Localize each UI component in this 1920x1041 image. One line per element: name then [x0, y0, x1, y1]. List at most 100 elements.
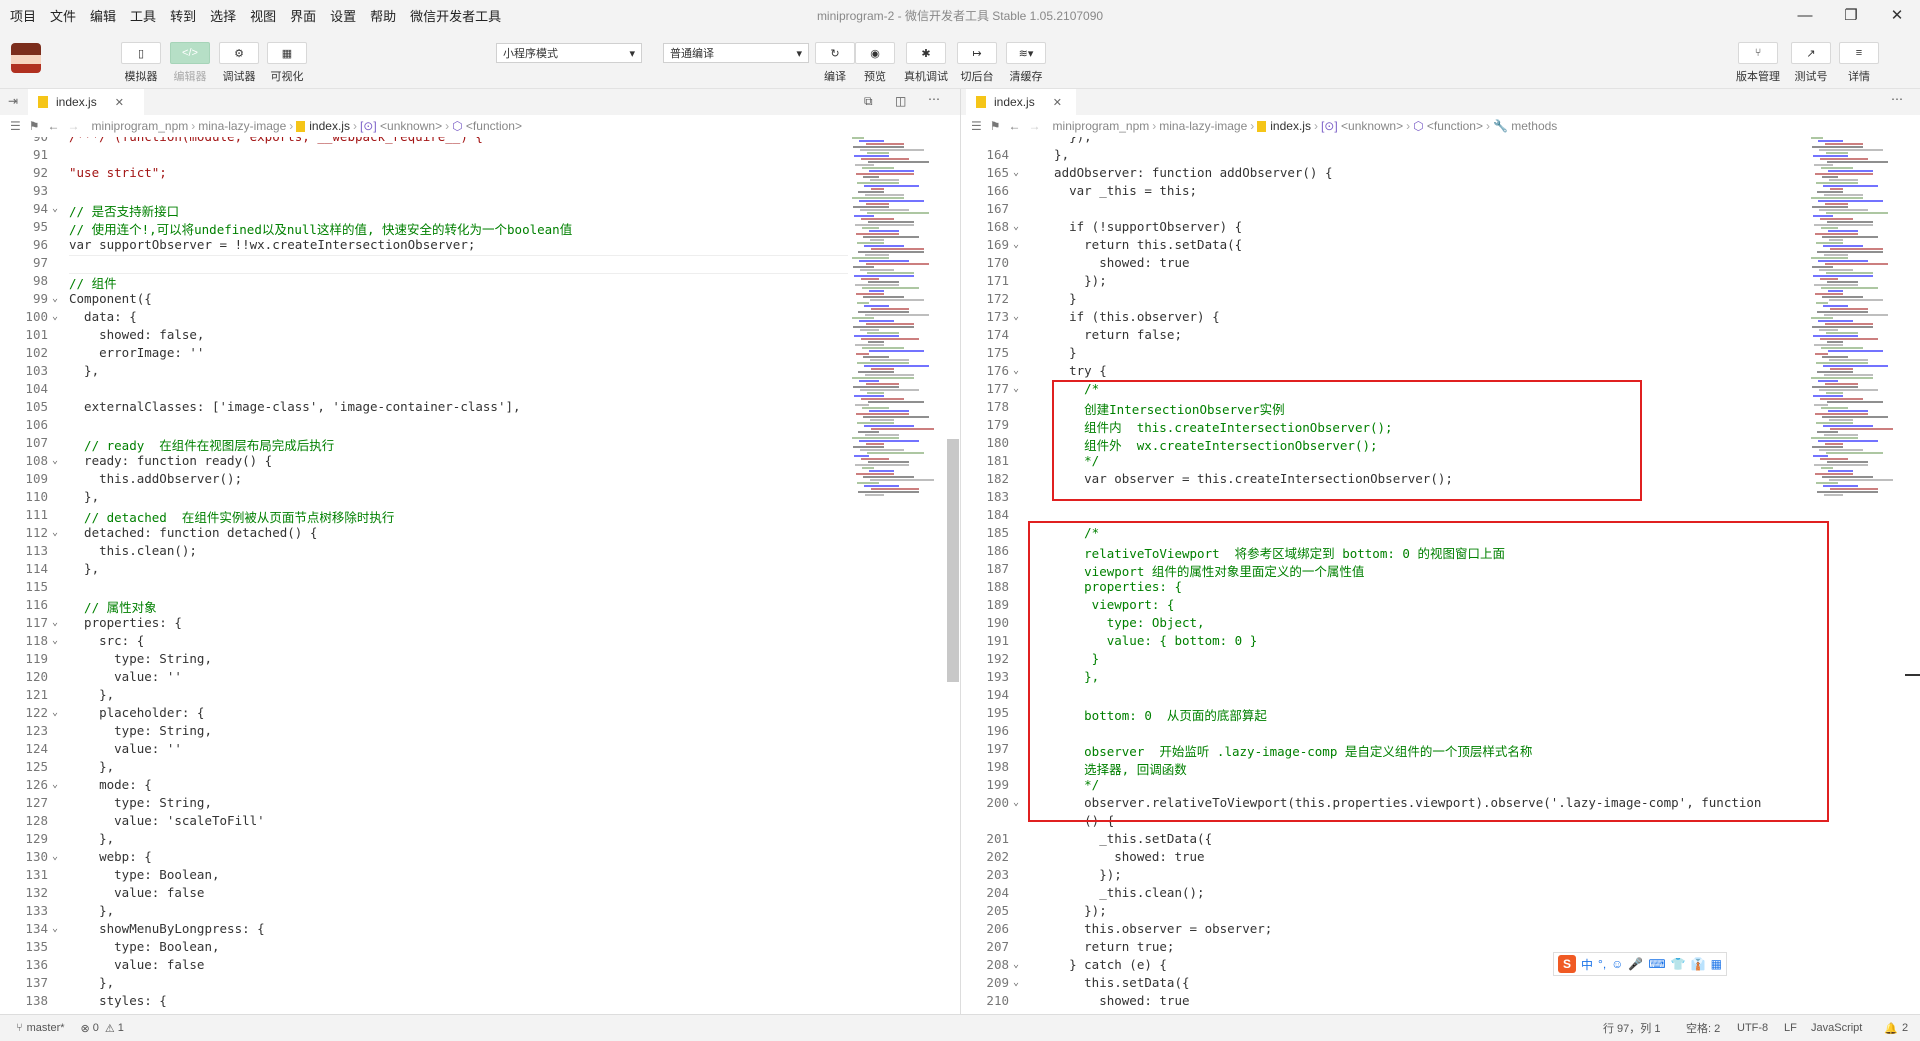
fold-chevron-icon[interactable]: ⌄ — [1013, 797, 1019, 808]
preview-button[interactable]: ◉ 预览 — [848, 42, 902, 84]
minimize-icon[interactable]: — — [1782, 0, 1828, 30]
fold-chevron-icon[interactable]: ⌄ — [52, 311, 58, 322]
mode-select[interactable]: 小程序模式 ▾ — [496, 43, 642, 63]
split-compare-icon[interactable]: ⧉ — [864, 94, 873, 109]
menu-item[interactable]: 界面 — [283, 6, 323, 25]
forward-icon[interactable]: → — [68, 119, 80, 133]
visual-button[interactable]: ▦ 可视化 — [260, 42, 314, 84]
git-branch[interactable]: master* — [27, 1022, 65, 1034]
debugger-button[interactable]: ⚙ 调试器 — [212, 42, 266, 84]
ime-punctuation-toggle[interactable]: °, — [1598, 957, 1606, 971]
bookmark-icon[interactable]: ⚑ — [29, 119, 40, 133]
shirt-icon[interactable]: 👔 — [1691, 957, 1706, 971]
test-account-button[interactable]: ↗ 测试号 — [1784, 42, 1838, 84]
breadcrumb-item[interactable]: index.js — [309, 119, 350, 133]
language-mode[interactable]: JavaScript — [1811, 1022, 1862, 1034]
fold-chevron-icon[interactable]: ⌄ — [52, 617, 58, 628]
breadcrumb-item[interactable]: mina-lazy-image — [1159, 119, 1247, 133]
fold-chevron-icon[interactable]: ⌄ — [1013, 365, 1019, 376]
menu-item[interactable]: 项目 — [3, 6, 43, 25]
warning-count[interactable]: 1 — [118, 1022, 124, 1034]
more-icon[interactable]: ⋯ — [928, 92, 940, 106]
avatar[interactable] — [11, 43, 41, 73]
sogou-icon[interactable]: S — [1558, 955, 1576, 973]
keyboard-icon[interactable]: ⌨ — [1648, 957, 1665, 971]
menu-item[interactable]: 工具 — [123, 6, 163, 25]
version-button[interactable]: ⑂ 版本管理 — [1731, 42, 1785, 84]
close-tab-icon[interactable]: ✕ — [1053, 96, 1062, 109]
menu-item[interactable]: 帮助 — [363, 6, 403, 25]
remote-debug-button[interactable]: ✱ 真机调试 — [899, 42, 953, 84]
fold-chevron-icon[interactable]: ⌄ — [1013, 221, 1019, 232]
breadcrumb-item[interactable]: <unknown> — [1341, 119, 1403, 133]
breadcrumb-item[interactable]: mina-lazy-image — [198, 119, 286, 133]
skin-icon[interactable]: 👕 — [1671, 957, 1686, 971]
line-ending[interactable]: LF — [1784, 1022, 1797, 1034]
breadcrumb-item[interactable]: methods — [1511, 119, 1557, 133]
editor-button[interactable]: </> 编辑器 — [163, 42, 217, 84]
more-icon[interactable]: ⋯ — [1891, 92, 1903, 106]
fold-chevron-icon[interactable]: ⌄ — [52, 707, 58, 718]
breadcrumb-item[interactable]: index.js — [1270, 119, 1311, 133]
back-icon[interactable]: ← — [1009, 119, 1021, 133]
ime-chinese-toggle[interactable]: 中 — [1581, 956, 1593, 973]
notification-count[interactable]: 2 — [1902, 1022, 1908, 1034]
fold-chevron-icon[interactable]: ⌄ — [52, 203, 58, 214]
menu-item[interactable]: 选择 — [203, 6, 243, 25]
compile-select[interactable]: 普通编译 ▾ — [663, 43, 809, 63]
left-minimap[interactable] — [848, 137, 934, 1014]
clear-cache-button[interactable]: ≋▾ 清缓存 — [999, 42, 1053, 84]
encoding[interactable]: UTF-8 — [1737, 1022, 1768, 1034]
maximize-icon[interactable]: ❐ — [1828, 0, 1874, 30]
left-code-area[interactable]: 90 /***/ (function(module, exports, __web… — [0, 137, 960, 1014]
fold-chevron-icon[interactable]: ⌄ — [1013, 167, 1019, 178]
line-number: 209 — [986, 975, 1009, 990]
split-editor-icon[interactable]: ◫ — [895, 94, 906, 108]
collapse-sidebar-icon[interactable]: ⇥ — [8, 94, 18, 108]
details-button[interactable]: ≡ 详情 — [1832, 42, 1886, 84]
fold-chevron-icon[interactable]: ⌄ — [1013, 959, 1019, 970]
microphone-icon[interactable]: 🎤 — [1628, 957, 1643, 971]
background-button[interactable]: ↦ 切后台 — [950, 42, 1004, 84]
breadcrumb-item[interactable]: <unknown> — [380, 119, 442, 133]
simulator-button[interactable]: ▯ 模拟器 — [114, 42, 168, 84]
indentation[interactable]: 空格: 2 — [1686, 1020, 1720, 1036]
fold-chevron-icon[interactable]: ⌄ — [52, 455, 58, 466]
list-icon[interactable]: ☰ — [10, 119, 21, 133]
left-scrollbar[interactable] — [947, 439, 959, 682]
menu-item[interactable]: 微信开发者工具 — [403, 6, 508, 25]
fold-chevron-icon[interactable]: ⌄ — [1013, 977, 1019, 988]
fold-chevron-icon[interactable]: ⌄ — [1013, 311, 1019, 322]
right-tab-index-js[interactable]: index.js ✕ — [966, 89, 1076, 115]
list-icon[interactable]: ☰ — [971, 119, 982, 133]
fold-chevron-icon[interactable]: ⌄ — [52, 851, 58, 862]
ime-toolbar[interactable]: S 中 °, ☺ 🎤 ⌨ 👕 👔 ▦ — [1553, 952, 1727, 976]
breadcrumb-item[interactable]: miniprogram_npm — [1053, 119, 1150, 133]
left-tab-index-js[interactable]: index.js ✕ — [28, 89, 144, 115]
fold-chevron-icon[interactable]: ⌄ — [52, 293, 58, 304]
back-icon[interactable]: ← — [48, 119, 60, 133]
fold-chevron-icon[interactable]: ⌄ — [1013, 383, 1019, 394]
bookmark-icon[interactable]: ⚑ — [990, 119, 1001, 133]
breadcrumb-item[interactable]: <function> — [466, 119, 522, 133]
close-icon[interactable]: ✕ — [1874, 0, 1920, 30]
menu-item[interactable]: 转到 — [163, 6, 203, 25]
fold-chevron-icon[interactable]: ⌄ — [52, 635, 58, 646]
fold-chevron-icon[interactable]: ⌄ — [52, 527, 58, 538]
cursor-position[interactable]: 行 97，列 1 — [1603, 1020, 1660, 1036]
menu-item[interactable]: 编辑 — [83, 6, 123, 25]
fold-chevron-icon[interactable]: ⌄ — [52, 779, 58, 790]
breadcrumb-item[interactable]: <function> — [1427, 119, 1483, 133]
menu-item[interactable]: 文件 — [43, 6, 83, 25]
toolbox-icon[interactable]: ▦ — [1711, 957, 1722, 971]
forward-icon[interactable]: → — [1029, 119, 1041, 133]
fold-chevron-icon[interactable]: ⌄ — [52, 923, 58, 934]
menu-item[interactable]: 设置 — [323, 6, 363, 25]
error-count[interactable]: 0 — [93, 1022, 99, 1034]
breadcrumb-item[interactable]: miniprogram_npm — [92, 119, 189, 133]
emoji-icon[interactable]: ☺ — [1611, 957, 1623, 971]
fold-chevron-icon[interactable]: ⌄ — [1013, 239, 1019, 250]
bell-icon[interactable]: 🔔 — [1884, 1022, 1898, 1035]
menu-item[interactable]: 视图 — [243, 6, 283, 25]
close-tab-icon[interactable]: ✕ — [115, 96, 124, 109]
